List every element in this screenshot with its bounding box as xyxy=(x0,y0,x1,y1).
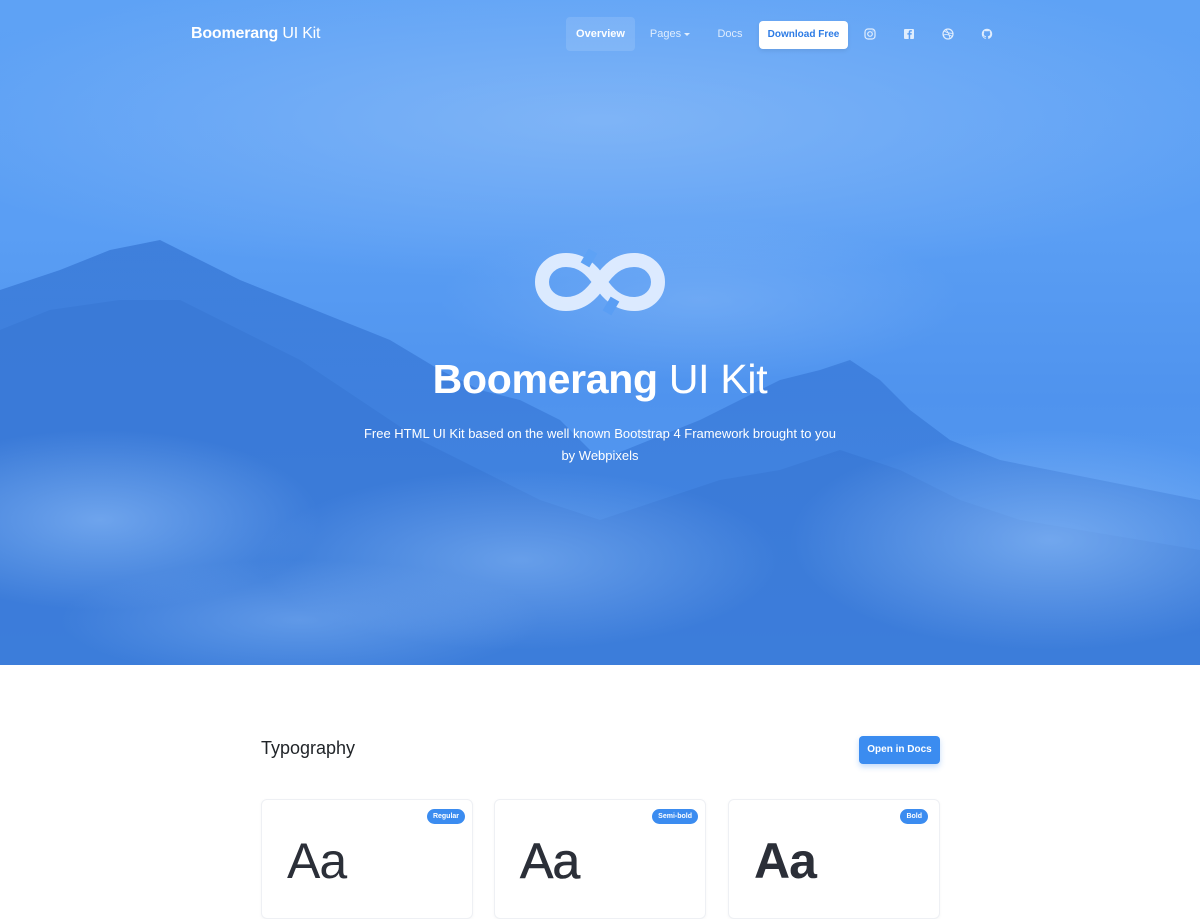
typography-card-bold: Bold Aa xyxy=(728,799,940,919)
badge-regular: Regular xyxy=(426,809,465,824)
typography-card-regular: Regular Aa xyxy=(261,799,473,919)
font-sample-bold: Aa xyxy=(754,833,817,889)
hero-subtitle: Free HTML UI Kit based on the well known… xyxy=(363,426,837,463)
nav-item-docs[interactable]: Docs xyxy=(712,17,748,51)
chevron-down-icon xyxy=(684,32,691,36)
font-sample-regular: Aa xyxy=(287,833,347,889)
facebook-icon[interactable] xyxy=(902,27,916,41)
brand-logo[interactable]: Boomerang UI Kit xyxy=(191,25,320,43)
brand-rest-text: UI Kit xyxy=(278,25,321,42)
nav-item-pages-label: Pages xyxy=(649,28,682,40)
hero-title-bold: Boomerang xyxy=(432,356,658,402)
instagram-icon[interactable] xyxy=(863,27,877,41)
hero-title-rest: UI Kit xyxy=(657,356,768,402)
nav-item-pages[interactable]: Pages xyxy=(645,17,695,51)
font-sample-semibold: Aa xyxy=(520,833,581,890)
infinity-icon xyxy=(534,248,666,316)
github-icon[interactable] xyxy=(980,27,994,41)
nav-item-overview[interactable]: Overview xyxy=(566,17,635,51)
download-free-button[interactable]: Download Free xyxy=(759,21,848,49)
section-title: Typography xyxy=(261,738,356,758)
open-in-docs-button[interactable]: Open in Docs xyxy=(859,736,940,764)
top-navbar: Boomerang UI Kit Overview Pages Docs Dow… xyxy=(0,0,1200,70)
dribbble-icon[interactable] xyxy=(941,27,955,41)
badge-semibold: Semi-bold xyxy=(652,809,698,824)
brand-bold-text: Boomerang xyxy=(191,25,279,42)
typography-card-semibold: Semi-bold Aa xyxy=(494,799,706,919)
hero-title: Boomerang UI Kit xyxy=(0,356,1200,403)
hero-section: Boomerang UI Kit Overview Pages Docs Dow… xyxy=(0,0,1200,665)
badge-bold: Bold xyxy=(900,809,928,824)
hero-background-mountains xyxy=(0,0,1200,665)
